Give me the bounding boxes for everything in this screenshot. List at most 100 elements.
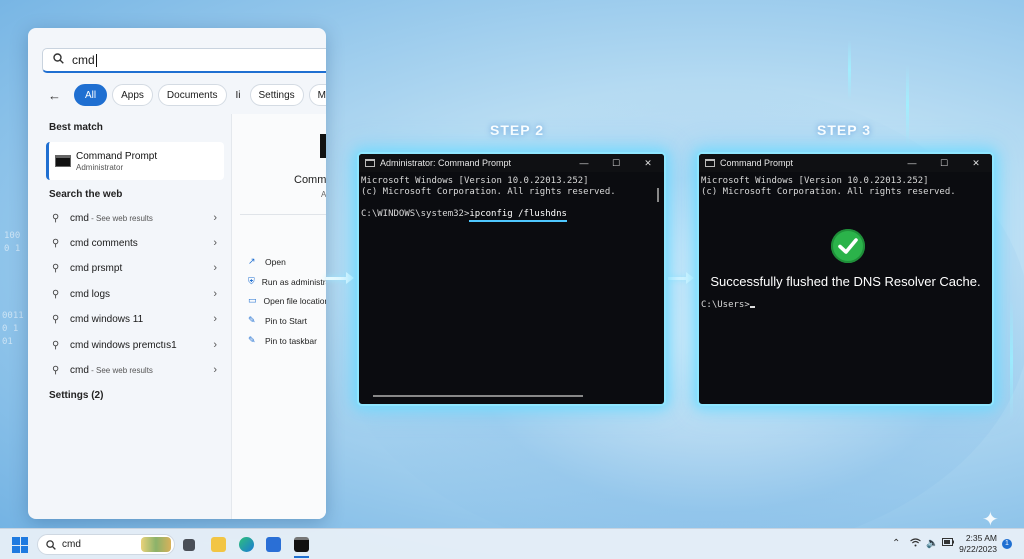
chevron-right-icon: ›	[213, 262, 217, 274]
horizontal-scrollbar[interactable]	[373, 395, 583, 397]
web-result-label: cmd	[70, 364, 89, 376]
notification-badge[interactable]: 1	[1002, 539, 1012, 549]
search-icon: ⚲	[52, 313, 60, 325]
volume-icon[interactable]: 🔈	[926, 538, 938, 549]
chevron-right-icon: ›	[213, 288, 217, 300]
active-app-indicator	[294, 556, 309, 558]
action-run-as-admin[interactable]: ⛨ Run as administra	[248, 276, 326, 287]
chevron-right-icon: ›	[213, 339, 217, 351]
settings-heading[interactable]: Settings (2)	[28, 390, 103, 401]
terminal-prompt: C:\WINDOWS\system32>	[361, 209, 470, 219]
terminal-title-bar[interactable]: Administrator: Command Prompt — ☐ ✕	[359, 154, 664, 172]
web-result-item[interactable]: ⚲ cmd windows 11 ›	[52, 310, 217, 328]
best-match-heading: Best match	[49, 122, 103, 133]
store-icon[interactable]	[266, 537, 281, 552]
success-check-icon	[831, 229, 865, 263]
web-result-label: cmd prsmpt	[70, 262, 123, 274]
best-match-command-prompt[interactable]: Command Prompt Administrator	[46, 142, 224, 180]
web-result-item[interactable]: ⚲ cmd - See web results ›	[52, 361, 217, 379]
search-icon: ⚲	[52, 364, 60, 376]
details-title: Comm	[294, 174, 326, 186]
web-result-item[interactable]: ⚲ cmd - See web results ›	[52, 209, 217, 227]
console-icon	[365, 159, 375, 167]
web-result-item[interactable]: ⚲ cmd prsmpt ›	[52, 259, 217, 277]
terminal-output[interactable]: Microsoft Windows [Version 10.0.22013.25…	[359, 172, 664, 224]
action-open-file-location[interactable]: ▭ Open file location	[248, 295, 326, 306]
maximize-button[interactable]: ☐	[928, 158, 960, 169]
arrow-right-icon	[326, 272, 354, 284]
divider	[240, 214, 326, 215]
light-beam	[848, 40, 851, 100]
terminal-line: (c) Microsoft Corporation. All rights re…	[701, 187, 956, 197]
best-match-title: Command Prompt	[76, 150, 158, 162]
command-prompt-icon	[55, 155, 71, 167]
clock-time: 2:35 AM	[965, 533, 997, 543]
search-icon: ⚲	[52, 339, 60, 351]
step-3-label: STEP 3	[817, 122, 871, 138]
details-subtitle: A	[321, 190, 326, 199]
web-result-item[interactable]: ⚲ cmd windows premctıs1 ›	[52, 336, 217, 354]
back-arrow-icon[interactable]: ←	[48, 88, 61, 103]
filter-bar: ← All Apps Documents Ii Settings More	[48, 84, 326, 106]
web-result-item[interactable]: ⚲ cmd comments ›	[52, 234, 217, 252]
windows-start-icon[interactable]	[12, 537, 28, 553]
minimize-button[interactable]: —	[896, 158, 928, 168]
search-input[interactable]: cmd	[42, 48, 326, 73]
task-view-icon[interactable]	[183, 539, 195, 551]
search-icon: ⚲	[52, 288, 60, 300]
console-icon	[705, 159, 715, 167]
close-button[interactable]: ✕	[960, 158, 992, 169]
terminal-title: Administrator: Command Prompt	[380, 158, 512, 168]
folder-icon: ▭	[248, 295, 257, 305]
terminal-window-result[interactable]: Command Prompt — ☐ ✕ Microsoft Windows […	[697, 152, 994, 406]
command-prompt-icon[interactable]	[294, 537, 309, 552]
sparkle-icon: ✦	[982, 509, 999, 531]
web-result-label: cmd	[70, 212, 89, 224]
filter-more[interactable]: More	[308, 84, 326, 106]
clock-date: 9/22/2023	[959, 544, 997, 554]
web-result-sub: - See web results	[88, 213, 153, 223]
terminal-window-admin[interactable]: Administrator: Command Prompt — ☐ ✕ Micr…	[357, 152, 666, 406]
close-button[interactable]: ✕	[632, 158, 664, 169]
light-beam	[906, 65, 909, 145]
filter-documents[interactable]: Documents	[157, 84, 227, 106]
start-menu-panel: cmd ← All Apps Documents Ii Settings Mor…	[28, 28, 326, 519]
success-message: Successfully flushed the DNS Resolver Ca…	[710, 274, 981, 289]
file-explorer-icon[interactable]	[211, 537, 226, 552]
shield-icon: ⛨	[248, 276, 255, 286]
filter-settings[interactable]: Settings	[249, 84, 304, 106]
action-pin-to-taskbar[interactable]: ✎ Pin to taskbar	[248, 335, 326, 346]
terminal-output[interactable]: Microsoft Windows [Version 10.0.22013.25…	[699, 172, 992, 202]
web-result-label: cmd logs	[70, 288, 111, 300]
background-digits: 0011 0 1 01	[2, 311, 24, 347]
edge-browser-icon[interactable]	[239, 537, 254, 552]
filter-all[interactable]: All	[74, 84, 108, 106]
action-open[interactable]: ↗ Open	[248, 256, 326, 267]
battery-icon[interactable]	[942, 538, 954, 549]
terminal-cursor	[749, 306, 755, 308]
pin-icon: ✎	[248, 335, 256, 345]
vertical-scrollbar[interactable]	[657, 188, 659, 202]
terminal-line: (c) Microsoft Corporation. All rights re…	[361, 187, 616, 197]
step-2-label: STEP 2	[490, 122, 544, 138]
web-result-label: cmd comments	[70, 237, 138, 249]
search-query: cmd	[72, 53, 95, 67]
wifi-icon[interactable]	[910, 538, 921, 550]
minimize-button[interactable]: —	[568, 158, 600, 168]
web-result-item[interactable]: ⚲ cmd logs ›	[52, 285, 217, 303]
taskbar: cmd ⌃ 🔈 2:35 AM 9/22/2023 1	[0, 528, 1024, 559]
maximize-button[interactable]: ☐	[600, 158, 632, 169]
web-result-sub: - See web results	[88, 365, 153, 375]
taskbar-search-input[interactable]: cmd	[37, 534, 175, 555]
system-clock[interactable]: 2:35 AM 9/22/2023	[959, 533, 997, 555]
filter-more-truncated[interactable]: Ii	[232, 84, 245, 106]
action-pin-to-start[interactable]: ✎ Pin to Start	[248, 315, 326, 326]
terminal-line: Microsoft Windows [Version 10.0.22013.25…	[361, 176, 589, 186]
filter-apps[interactable]: Apps	[112, 84, 153, 106]
search-icon: ⚲	[52, 237, 60, 249]
terminal-prompt-line: C:\Users>	[699, 296, 757, 315]
taskbar-search-text: cmd	[62, 539, 81, 550]
chevron-up-icon[interactable]: ⌃	[892, 538, 900, 549]
search-icon	[46, 539, 56, 550]
terminal-title-bar[interactable]: Command Prompt — ☐ ✕	[699, 154, 992, 172]
